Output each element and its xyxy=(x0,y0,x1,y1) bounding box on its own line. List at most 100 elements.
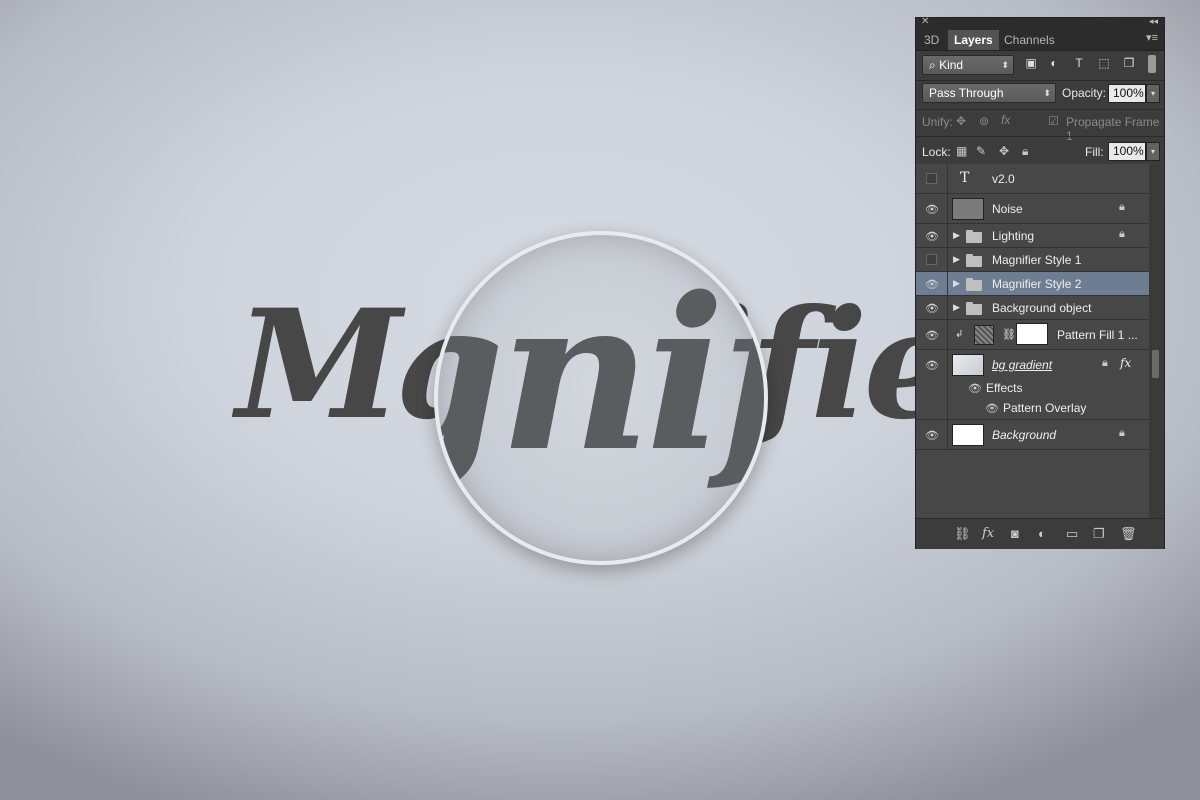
layers-list: T v2.0 👁︎ Noise 🔒︎ 👁︎ ▶ Lighting 🔒︎ ▶ Ma… xyxy=(916,164,1149,518)
fill-dropdown[interactable]: ▾ xyxy=(1146,142,1160,161)
unify-visibility-icon[interactable]: ⊚ xyxy=(979,114,989,128)
new-group-icon[interactable]: ▭ xyxy=(1066,526,1078,542)
trash-icon[interactable]: 🗑︎ xyxy=(1120,526,1137,542)
opacity-dropdown[interactable]: ▾ xyxy=(1146,84,1160,103)
layer-name: v2.0 xyxy=(992,172,1015,186)
visibility-toggle-off[interactable] xyxy=(926,254,937,265)
updown-arrow-icon: ⬍ xyxy=(1043,88,1051,98)
magnified-text: agnifi xyxy=(438,251,764,498)
tab-layers[interactable]: Layers xyxy=(948,30,999,50)
folder-icon xyxy=(966,302,982,315)
layer-row-magnifier-style-1[interactable]: ▶ Magnifier Style 1 xyxy=(916,248,1149,272)
layer-name: Background object xyxy=(992,301,1092,315)
mask-thumbnail xyxy=(1016,323,1048,345)
layer-name: Lighting xyxy=(992,229,1035,243)
tab-3d[interactable]: 3D xyxy=(918,30,945,50)
visibility-toggle-off[interactable] xyxy=(926,173,937,184)
pattern-overlay-eye-icon[interactable]: 👁︎ xyxy=(985,402,999,415)
expand-arrow-icon[interactable]: ▶ xyxy=(953,278,960,289)
lock-label: Lock: xyxy=(922,145,951,159)
layer-row-magnifier-style-2[interactable]: 👁︎ ▶ Magnifier Style 2 xyxy=(916,272,1149,296)
layer-name: Pattern Fill 1 ... xyxy=(1057,328,1138,342)
layers-panel: ✕ ◂◂ 3D Layers Channels ▾≡ ⌕ Kind ⬍ ▣ ◐ … xyxy=(915,16,1165,549)
layer-thumbnail xyxy=(952,198,984,220)
lock-icon: 🔒︎ xyxy=(1119,427,1125,439)
eye-icon[interactable]: 👁︎ xyxy=(925,302,939,315)
panel-menu-icon[interactable]: ▾≡ xyxy=(1146,31,1158,44)
expand-arrow-icon[interactable]: ▶ xyxy=(953,230,960,241)
fill-label: Fill: xyxy=(1085,145,1104,159)
panel-titlebar: ✕ ◂◂ xyxy=(916,16,1164,30)
lock-paint-icon[interactable]: ✎ xyxy=(976,144,986,158)
expand-arrow-icon[interactable]: ▶ xyxy=(953,254,960,265)
unify-label: Unify: xyxy=(922,115,953,129)
folder-icon xyxy=(966,278,982,291)
shape-filter-icon[interactable]: ⬚ xyxy=(1097,56,1111,70)
layer-row-background[interactable]: 👁︎ Background 🔒︎ xyxy=(916,420,1149,450)
divider xyxy=(916,136,1164,137)
filter-kind-select[interactable]: ⌕ Kind ⬍ xyxy=(922,55,1014,75)
lock-all-icon[interactable]: 🔒︎ xyxy=(1022,144,1028,159)
layer-name: bg gradient xyxy=(992,358,1053,372)
layer-name: Magnifier Style 1 xyxy=(992,253,1082,267)
eye-icon[interactable]: 👁︎ xyxy=(925,329,939,342)
folder-icon xyxy=(966,230,982,243)
eye-icon[interactable]: 👁︎ xyxy=(925,278,939,291)
layer-row-v2[interactable]: T v2.0 xyxy=(916,164,1149,194)
fill-input[interactable]: 100% xyxy=(1108,142,1146,161)
collapse-icon[interactable]: ◂◂ xyxy=(1149,16,1158,27)
tab-channels[interactable]: Channels xyxy=(998,30,1061,50)
unify-style-icon[interactable]: fx xyxy=(1001,113,1010,127)
layers-bottom-toolbar: ⛓ fx ◙ ◐ ▭ ❐ 🗑︎ xyxy=(916,518,1164,549)
scrollbar-thumb[interactable] xyxy=(1152,350,1159,378)
layer-name: Noise xyxy=(992,202,1023,216)
layer-name: Background xyxy=(992,428,1057,442)
search-icon: ⌕ xyxy=(929,58,936,72)
add-style-icon[interactable]: fx xyxy=(982,526,994,541)
pixel-filter-icon[interactable]: ▣ xyxy=(1024,56,1038,70)
eye-icon[interactable]: 👁︎ xyxy=(925,230,939,243)
lock-move-icon[interactable]: ✥ xyxy=(999,144,1009,158)
layer-row-background-object[interactable]: 👁︎ ▶ Background object xyxy=(916,296,1149,320)
link-layers-icon[interactable]: ⛓ xyxy=(954,526,971,542)
pattern-thumbnail xyxy=(974,325,994,345)
magnifying-glass: agnifi xyxy=(434,231,768,565)
chain-link-icon[interactable]: ⛓ xyxy=(1002,328,1016,341)
filter-kind-label: Kind xyxy=(939,58,964,72)
divider xyxy=(916,80,1164,81)
opacity-label: Opacity: xyxy=(1062,86,1107,100)
expand-arrow-icon[interactable]: ▶ xyxy=(953,302,960,313)
updown-arrow-icon: ⬍ xyxy=(1001,60,1009,70)
layers-scrollbar[interactable] xyxy=(1149,164,1163,518)
propagate-label: Propagate Frame 1 xyxy=(1066,115,1160,143)
unify-position-icon[interactable]: ✥ xyxy=(956,114,966,128)
smartobject-filter-icon[interactable]: ❐ xyxy=(1122,56,1136,70)
clip-arrow-icon: ↲ xyxy=(955,329,964,340)
panel-tabs: 3D Layers Channels ▾≡ xyxy=(916,30,1164,51)
lock-icon: 🔒︎ xyxy=(1102,357,1108,369)
layer-row-noise[interactable]: 👁︎ Noise 🔒︎ xyxy=(916,194,1149,224)
layer-thumbnail xyxy=(952,424,984,446)
close-icon[interactable]: ✕ xyxy=(921,16,929,27)
divider xyxy=(916,109,1164,110)
new-layer-icon[interactable]: ❐ xyxy=(1093,526,1105,542)
eye-icon[interactable]: 👁︎ xyxy=(925,359,939,372)
type-layer-icon: T xyxy=(960,170,970,186)
eye-icon[interactable]: 👁︎ xyxy=(925,203,939,216)
layer-row-lighting[interactable]: 👁︎ ▶ Lighting 🔒︎ xyxy=(916,224,1149,248)
propagate-checkbox[interactable]: ☑ xyxy=(1048,114,1059,128)
adjustment-filter-icon[interactable]: ◐ xyxy=(1047,56,1061,70)
fx-icon[interactable]: fx xyxy=(1120,356,1131,370)
new-adjustment-icon[interactable]: ◐ xyxy=(1038,526,1046,541)
add-mask-icon[interactable]: ◙ xyxy=(1011,526,1019,541)
effects-label: Effects xyxy=(986,381,1023,395)
blend-mode-select[interactable]: Pass Through ⬍ xyxy=(922,83,1056,103)
lock-transparent-icon[interactable]: ▦ xyxy=(956,144,967,158)
type-filter-icon[interactable]: T xyxy=(1072,56,1086,70)
layer-row-bg-gradient[interactable]: 👁︎ bg gradient 🔒︎ fx 👁︎ Effects 👁︎ Patte… xyxy=(916,350,1149,420)
filter-toggle-switch[interactable] xyxy=(1148,55,1156,73)
opacity-input[interactable]: 100% xyxy=(1108,84,1146,103)
layer-row-pattern-fill[interactable]: 👁︎ ↲ ⛓ Pattern Fill 1 ... xyxy=(916,320,1149,350)
effects-eye-icon[interactable]: 👁︎ xyxy=(968,382,982,395)
eye-icon[interactable]: 👁︎ xyxy=(925,429,939,442)
